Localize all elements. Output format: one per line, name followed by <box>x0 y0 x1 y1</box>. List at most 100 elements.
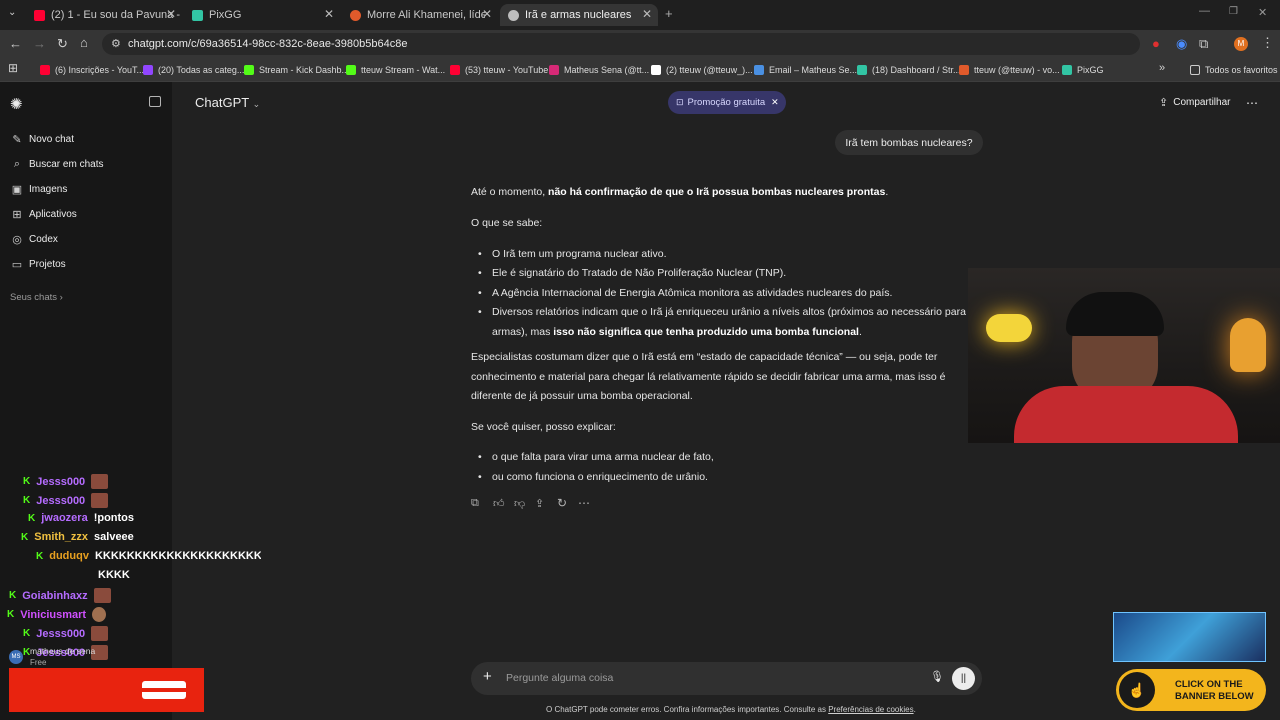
bookmark-icon <box>346 65 356 75</box>
bookmark-icon <box>244 65 254 75</box>
apps-icon: ⊞ <box>12 208 22 221</box>
bookmark-item[interactable]: Matheus Sena (@tt... <box>549 62 649 78</box>
bookmark-item[interactable]: (18) Dashboard / Str... <box>857 62 961 78</box>
close-icon[interactable]: ✕ <box>771 97 779 108</box>
bookmark-item[interactable]: tteuw (@tteuw) - vo... <box>959 62 1060 78</box>
sidebar-item-search[interactable]: ⌕ Buscar em chats <box>10 154 104 174</box>
news-icon <box>350 9 361 21</box>
share-message-icon[interactable]: ⇪ <box>535 497 544 510</box>
openai-logo-icon[interactable]: ✺ <box>10 95 23 113</box>
user-message-text: Irã tem bombas nucleares? <box>845 136 973 149</box>
chat-message: Kjwaozera !pontos <box>28 512 135 524</box>
tab-strip: ⌄ (2) 1 - Eu sou da Pavuna - Bebe ✕ PixG… <box>0 0 1280 30</box>
bookmark-item[interactable]: PixGG <box>1062 62 1104 78</box>
bookmark-icon <box>857 65 867 75</box>
list-item: Diversos relatórios indicam que o Irã já… <box>478 303 966 323</box>
sidebar-item-apps[interactable]: ⊞ Aplicativos <box>10 204 76 224</box>
kick-icon: K <box>23 495 31 506</box>
account-avatar[interactable]: MS <box>9 650 23 664</box>
thumbs-down-icon[interactable]: 👎︎ <box>514 497 525 510</box>
list-item: O Irã tem um programa nuclear ativo. <box>478 245 666 265</box>
list-item[interactable]: A Agência Internacional de Energia Atômi… <box>478 284 892 304</box>
kick-icon: K <box>28 512 36 524</box>
bookmark-item[interactable]: (53) tteuw - YouTube <box>450 62 548 78</box>
extension-audio-icon[interactable]: ◉ <box>1176 36 1187 52</box>
tab-3[interactable]: Morre Ali Khamenei, líder do Irã ✕ <box>342 4 498 26</box>
close-icon[interactable]: ✕ <box>482 7 492 21</box>
minimize-icon[interactable]: — <box>1199 5 1210 17</box>
sidebar-item-new-chat[interactable]: ✎ Novo chat <box>10 129 74 149</box>
close-icon[interactable]: ✕ <box>642 7 652 21</box>
bookmark-item[interactable]: tteuw Stream - Wat... <box>346 62 445 78</box>
emote-image <box>91 493 109 508</box>
home-icon[interactable]: ⌂ <box>80 35 88 50</box>
your-chats-toggle[interactable]: Seus chats › <box>10 287 63 307</box>
promo-badge[interactable]: ⊡ Promoção gratuita ✕ <box>668 91 786 114</box>
disclaimer: O ChatGPT pode cometer erros. Confira in… <box>546 705 916 714</box>
microphone-icon[interactable]: 🎙︎ <box>930 670 944 683</box>
copy-icon[interactable]: ⧉ <box>471 497 479 510</box>
chat-message: K Goiabinhaxz <box>9 588 111 603</box>
kick-icon: K <box>23 628 31 639</box>
more-actions-icon[interactable]: ⋯ <box>578 496 590 510</box>
bookmark-item[interactable]: (6) Inscrições - YouT... <box>40 62 144 78</box>
stream-alert-banner <box>9 668 204 712</box>
more-bookmarks-icon[interactable]: » <box>1159 62 1165 74</box>
sidebar-item-label: Buscar em chats <box>29 158 104 170</box>
close-icon[interactable]: ✕ <box>324 7 334 21</box>
apps-grid-icon[interactable]: ⊞ <box>8 61 18 75</box>
sidebar-item-projects[interactable]: ▭ Projetos <box>10 254 66 274</box>
menu-icon[interactable]: ⋮ <box>1261 35 1274 51</box>
reload-icon[interactable]: ↻ <box>57 36 68 52</box>
bookmark-item[interactable]: (20) Todas as categ... <box>143 62 244 78</box>
chat-message: K Jesss000 <box>23 493 109 508</box>
close-icon[interactable]: ✕ <box>166 7 176 21</box>
more-options-icon[interactable]: ⋯ <box>1246 96 1258 110</box>
lamp-light-left <box>986 314 1032 342</box>
new-tab-icon[interactable]: + <box>665 6 673 21</box>
sidebar-item-codex[interactable]: ◎ Codex <box>10 229 58 249</box>
sponsor-image <box>1113 612 1266 662</box>
add-attachment-icon[interactable]: + <box>483 668 492 685</box>
bookmark-item[interactable]: Email – Matheus Se... <box>754 62 857 78</box>
sidebar-item-images[interactable]: ▣ Imagens <box>10 179 68 199</box>
extension-red-icon[interactable]: ● <box>1152 36 1160 51</box>
voice-mode-button[interactable]: || <box>952 667 975 690</box>
share-label: Compartilhar <box>1173 97 1231 108</box>
restore-icon[interactable]: ❐ <box>1229 6 1238 17</box>
extensions-icon[interactable]: ⧉ <box>1199 36 1208 52</box>
close-sidebar-icon[interactable] <box>149 96 161 107</box>
cookie-preferences-link[interactable]: Preferências de cookies <box>828 705 913 714</box>
thumbs-up-icon[interactable]: 👍︎ <box>493 497 505 510</box>
address-bar[interactable]: ⚙ chatgpt.com/c/69a36514-98cc-832c-8eae-… <box>102 33 1140 55</box>
gift-icon: ⊡ <box>676 97 684 107</box>
forward-icon[interactable]: → <box>33 36 46 51</box>
window-close-icon[interactable]: ✕ <box>1258 6 1267 19</box>
tab-1[interactable]: (2) 1 - Eu sou da Pavuna - Bebe ✕ <box>26 4 182 26</box>
bookmark-item[interactable]: Stream - Kick Dashb... <box>244 62 349 78</box>
click-banner[interactable]: ☝ CLICK ON THE BANNER BELOW <box>1116 669 1266 711</box>
answer-paragraph-3: Especialistas costumam dizer que o Irã e… <box>471 351 946 402</box>
tab-4[interactable]: Irã e armas nucleares ✕ <box>500 4 658 26</box>
model-name: ChatGPT <box>195 95 249 110</box>
chatgpt-icon <box>508 9 519 21</box>
prompt-input[interactable]: Pergunte alguma coisa <box>506 672 613 684</box>
profile-avatar[interactable]: M <box>1234 37 1248 51</box>
bookmark-item[interactable]: (2) tteuw (@tteuw_)... <box>651 62 753 78</box>
all-bookmarks-folder[interactable]: Todos os favoritos <box>1190 62 1278 78</box>
share-icon: ⇪ <box>1159 97 1169 109</box>
site-info-icon[interactable]: ⚙ <box>111 37 121 50</box>
tab-2[interactable]: PixGG ✕ <box>184 4 340 26</box>
regenerate-icon[interactable]: ↻ <box>557 496 567 510</box>
share-button[interactable]: ⇪ Compartilhar <box>1159 96 1230 109</box>
composer[interactable]: + Pergunte alguma coisa 🎙︎ || <box>471 662 982 695</box>
promo-label: Promoção gratuita <box>687 97 766 108</box>
tab-search-icon[interactable]: ⌄ <box>8 7 16 18</box>
tab-title: (2) 1 - Eu sou da Pavuna - Bebe <box>51 9 182 21</box>
codex-icon: ◎ <box>12 233 22 246</box>
folder-icon: ▭ <box>11 258 23 271</box>
image-icon: ▣ <box>11 183 23 196</box>
model-selector[interactable]: ChatGPT ⌄ <box>195 95 260 110</box>
streamer-cap <box>1066 292 1164 336</box>
back-icon[interactable]: ← <box>9 36 22 51</box>
